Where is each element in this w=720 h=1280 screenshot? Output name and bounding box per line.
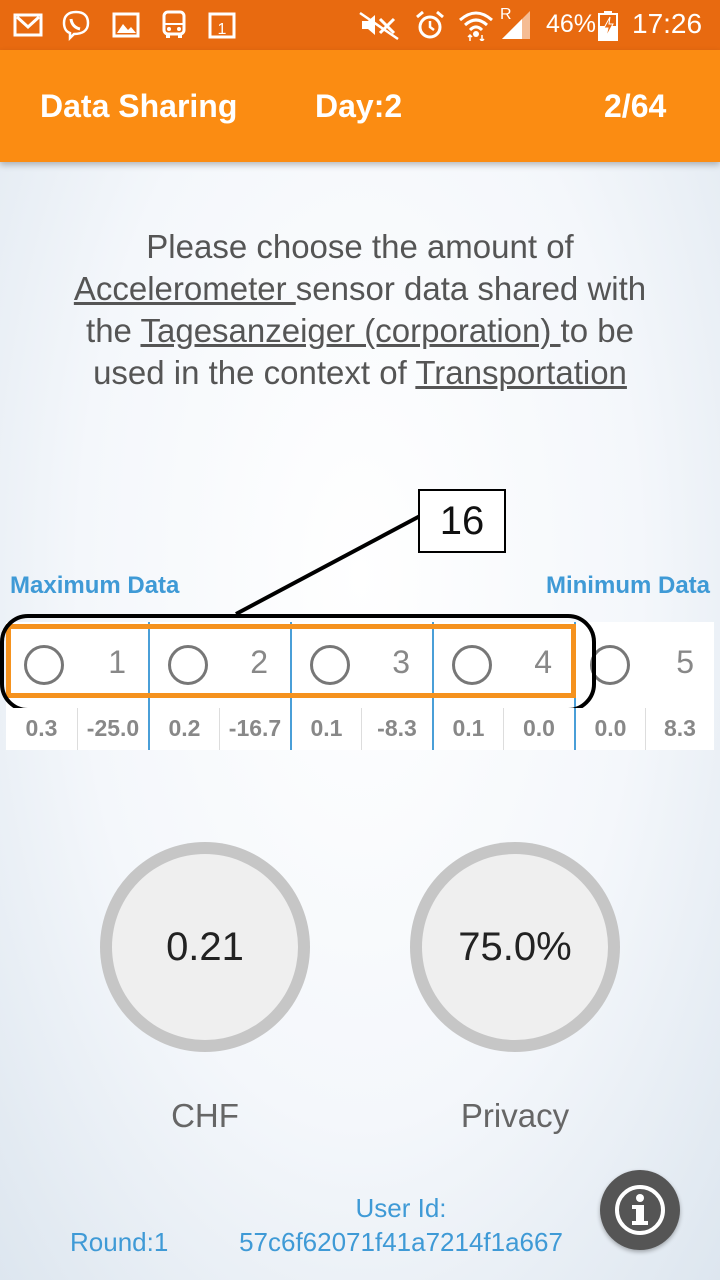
user-id-value: 57c6f62071f41a7214f1a667 xyxy=(239,1227,563,1257)
question-part1: Please choose the amount of xyxy=(146,228,574,265)
money-value: 0.21 xyxy=(112,854,298,1040)
gallery-icon xyxy=(112,12,140,38)
maximum-data-label: Maximum Data xyxy=(10,572,180,599)
status-bar: 1 R 46% 17:26 xyxy=(0,0,720,50)
bus-icon xyxy=(162,10,186,38)
option-1-value-a: 0.3 xyxy=(25,715,58,741)
option-5-value-a: 0.0 xyxy=(574,708,645,750)
context-name: Transportation xyxy=(415,354,627,391)
battery-icon xyxy=(598,11,618,41)
viber-icon xyxy=(62,10,90,41)
option-3-value-a: 0.1 xyxy=(290,708,361,750)
wifi-icon xyxy=(459,11,493,41)
gmail-icon xyxy=(13,13,43,37)
money-gauge: 0.21 xyxy=(100,842,310,1052)
option-4-value-b: 0.0 xyxy=(503,708,574,750)
privacy-label: Privacy xyxy=(460,1097,570,1134)
option-2-value-a: 0.2 xyxy=(148,708,219,750)
option-4-value-a: 0.1 xyxy=(432,708,503,750)
option-5-value-b: 8.3 xyxy=(645,708,714,750)
info-icon xyxy=(615,1185,665,1235)
day-indicator: Day:2 xyxy=(315,88,403,124)
sensor-name: Accelerometer xyxy=(73,270,296,307)
signal-icon xyxy=(502,11,530,39)
option-number: 5 xyxy=(676,644,694,680)
minimum-data-label: Minimum Data xyxy=(545,572,710,599)
info-button[interactable] xyxy=(600,1170,680,1250)
battery-percent: 46% xyxy=(546,10,597,38)
svg-text:1: 1 xyxy=(218,21,227,38)
recipient-name: Tagesanzeiger (corporation) xyxy=(140,312,561,349)
privacy-gauge: 75.0% xyxy=(410,842,620,1052)
option-3-value-b: -8.3 xyxy=(361,708,432,750)
radio-button[interactable] xyxy=(590,645,630,685)
option-values-row: 0.3 -25.0 0.2 -16.7 0.1 -8.3 0.1 0.0 0.0… xyxy=(6,708,714,750)
alarm-icon xyxy=(416,10,444,39)
question-text: Please choose the amount of Acceleromete… xyxy=(60,226,660,394)
annotation-label: 16 xyxy=(418,489,506,553)
page-title: Data Sharing xyxy=(40,88,238,124)
annotation-outline xyxy=(0,614,596,712)
user-id-label: User Id: xyxy=(355,1193,447,1223)
option-2-value-b: -16.7 xyxy=(219,708,290,750)
calendar-icon: 1 xyxy=(208,12,236,39)
option-1-value-b: -25.0 xyxy=(77,708,148,750)
clock: 17:26 xyxy=(632,8,703,39)
app-bar: Data Sharing Day:2 2/64 xyxy=(0,50,720,162)
money-label: CHF xyxy=(171,1097,239,1134)
privacy-value: 75.0% xyxy=(422,854,608,1040)
round-indicator: Round:1 xyxy=(70,1227,169,1257)
progress-counter: 2/64 xyxy=(604,88,667,124)
mute-icon xyxy=(359,11,399,41)
